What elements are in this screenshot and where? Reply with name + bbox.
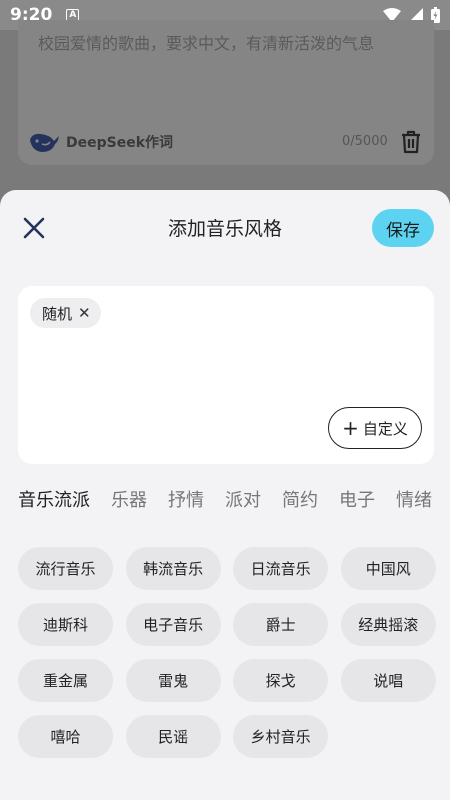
genre-chip[interactable]: 迪斯科 [18, 603, 113, 646]
style-category-tabs: 音乐流派 乐器 抒情 派对 简约 电子 情绪 [18, 486, 450, 514]
genre-chip[interactable]: 经典摇滚 [340, 603, 436, 646]
add-music-style-sheet: 添加音乐风格 保存 随机 ✕ + 自定义 音乐流派 乐器 抒情 派对 简约 电子… [0, 190, 450, 800]
genre-chip[interactable]: 日流音乐 [233, 547, 329, 590]
genre-chip[interactable]: 雷鬼 [125, 659, 221, 702]
selected-style-chip[interactable]: 随机 ✕ [30, 298, 101, 328]
selected-style-label: 随机 [42, 304, 73, 323]
custom-style-label: 自定义 [362, 419, 408, 438]
tab-instrument[interactable]: 乐器 [111, 486, 147, 514]
trash-button [400, 130, 422, 158]
genre-chip[interactable]: 电子音乐 [125, 603, 221, 646]
tab-mood[interactable]: 情绪 [396, 486, 432, 514]
tab-genre[interactable]: 音乐流派 [18, 486, 90, 514]
char-count: 0/5000 [342, 134, 388, 149]
genre-chip[interactable]: 探戈 [233, 659, 329, 702]
genre-chip[interactable]: 韩流音乐 [125, 547, 221, 590]
tab-party[interactable]: 派对 [225, 486, 261, 514]
deepseek-whale-icon [30, 133, 59, 152]
save-button[interactable]: 保存 [372, 209, 434, 247]
lyrics-prompt-text: 校园爱情的歌曲，要求中文，有清新活泼的气息 [38, 34, 375, 53]
tab-electronic[interactable]: 电子 [339, 486, 375, 514]
genre-chip[interactable]: 说唱 [340, 659, 436, 702]
genre-chip[interactable]: 嘻哈 [18, 715, 113, 758]
tab-minimal[interactable]: 简约 [282, 486, 318, 514]
deepseek-brand: DeepSeek作词 [28, 130, 173, 154]
custom-style-button[interactable]: + 自定义 [328, 407, 422, 449]
plus-icon: + [342, 416, 359, 440]
genre-grid: 流行音乐 韩流音乐 日流音乐 中国风 迪斯科 电子音乐 爵士 经典摇滚 重金属 … [18, 547, 436, 758]
genre-chip[interactable]: 重金属 [18, 659, 113, 702]
remove-style-icon[interactable]: ✕ [78, 304, 91, 322]
genre-chip[interactable]: 流行音乐 [18, 547, 113, 590]
trash-icon [402, 130, 420, 154]
genre-chip[interactable]: 民谣 [125, 715, 221, 758]
genre-chip[interactable]: 中国风 [340, 547, 436, 590]
genre-chip[interactable]: 爵士 [233, 603, 329, 646]
deepseek-brand-label: DeepSeek作词 [66, 135, 174, 151]
selected-styles-box: 随机 ✕ + 自定义 [18, 286, 434, 464]
tab-lyrical[interactable]: 抒情 [168, 486, 204, 514]
genre-chip[interactable]: 乡村音乐 [233, 715, 329, 758]
